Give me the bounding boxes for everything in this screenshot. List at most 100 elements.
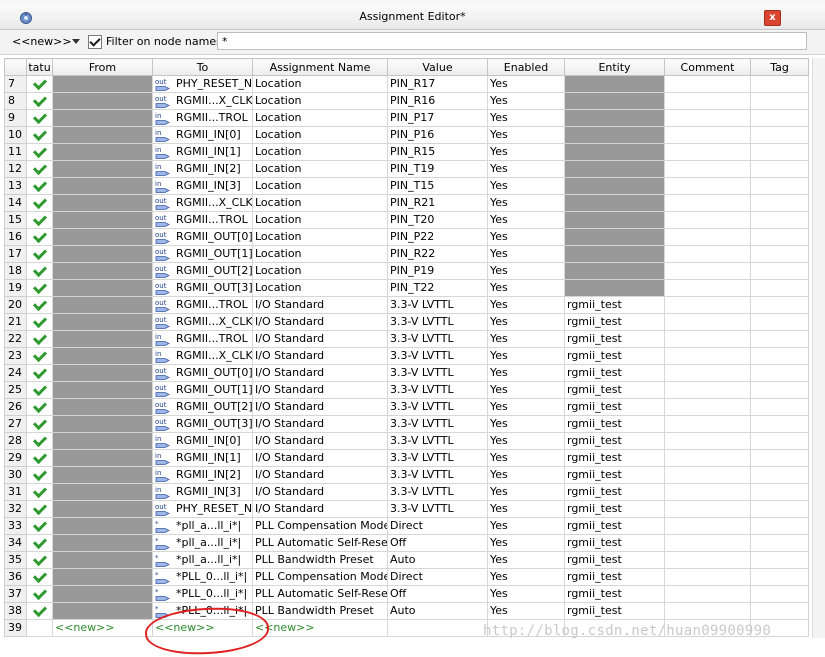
table-row[interactable]: 15 out RGMII...TROL Location PIN_T20 Yes [4, 211, 809, 229]
to-cell[interactable]: in RGMII_IN[3] [152, 483, 253, 501]
to-cell[interactable]: out RGMII...TROL [152, 211, 253, 229]
comment-cell[interactable] [664, 551, 751, 569]
table-row[interactable]: 29 in RGMII_IN[1] I/O Standard 3.3-V LVTTL Ye… [4, 449, 809, 467]
new-from-cell[interactable]: <<new>> [52, 619, 153, 637]
from-cell[interactable] [52, 398, 153, 416]
assignment-name-cell[interactable]: Location [252, 109, 388, 127]
from-cell[interactable] [52, 92, 153, 110]
tag-cell[interactable] [750, 483, 809, 501]
entity-cell[interactable] [564, 194, 665, 212]
assignment-name-cell[interactable]: I/O Standard [252, 296, 388, 314]
value-cell[interactable]: 3.3-V LVTTL [387, 449, 488, 467]
comment-cell[interactable] [664, 228, 751, 246]
header-assignment-name[interactable]: Assignment Name [252, 58, 388, 76]
assignment-name-cell[interactable]: I/O Standard [252, 449, 388, 467]
from-cell[interactable] [52, 483, 153, 501]
table-row[interactable]: 7 out PHY_RESET_N Location PIN_R17 Yes [4, 75, 809, 93]
comment-cell[interactable] [664, 500, 751, 518]
tag-cell[interactable] [750, 551, 809, 569]
tag-cell[interactable] [750, 177, 809, 195]
entity-cell[interactable]: rgmii_test [564, 551, 665, 569]
comment-cell[interactable] [664, 534, 751, 552]
to-cell[interactable]: out PHY_RESET_N [152, 500, 253, 518]
filter-input[interactable] [217, 32, 807, 50]
status-cell[interactable] [26, 279, 53, 297]
assignment-name-cell[interactable]: Location [252, 177, 388, 195]
from-cell[interactable] [52, 432, 153, 450]
enabled-cell[interactable]: Yes [487, 449, 565, 467]
status-cell[interactable] [26, 619, 53, 637]
assignment-name-cell[interactable]: I/O Standard [252, 330, 388, 348]
to-cell[interactable]: in RGMII_IN[1] [152, 143, 253, 161]
entity-cell[interactable] [564, 75, 665, 93]
table-row[interactable]: 12 in RGMII_IN[2] Location PIN_T19 Yes [4, 160, 809, 178]
status-cell[interactable] [26, 449, 53, 467]
comment-cell[interactable] [664, 126, 751, 144]
value-cell[interactable]: PIN_R15 [387, 143, 488, 161]
to-cell[interactable]: * *PLL_0...ll_i*| [152, 568, 253, 586]
table-row[interactable]: 11 in RGMII_IN[1] Location PIN_R15 Yes [4, 143, 809, 161]
new-assignment-name-cell[interactable]: <<new>> [252, 619, 388, 637]
table-row[interactable]: 23 in RGMII...X_CLK I/O Standard 3.3-V LVTTL… [4, 347, 809, 365]
enabled-cell[interactable]: Yes [487, 517, 565, 535]
status-cell[interactable] [26, 483, 53, 501]
comment-cell[interactable] [664, 466, 751, 484]
status-cell[interactable] [26, 347, 53, 365]
status-cell[interactable] [26, 551, 53, 569]
table-row[interactable]: 28 in RGMII_IN[0] I/O Standard 3.3-V LVTTL Ye… [4, 432, 809, 450]
value-cell[interactable]: Auto [387, 602, 488, 620]
status-cell[interactable] [26, 517, 53, 535]
from-cell[interactable] [52, 177, 153, 195]
value-cell[interactable]: PIN_T20 [387, 211, 488, 229]
assignment-name-cell[interactable]: I/O Standard [252, 347, 388, 365]
comment-cell[interactable] [664, 330, 751, 348]
status-cell[interactable] [26, 262, 53, 280]
enabled-cell[interactable]: Yes [487, 143, 565, 161]
tag-cell[interactable] [750, 330, 809, 348]
from-cell[interactable] [52, 449, 153, 467]
entity-cell[interactable] [564, 109, 665, 127]
assignment-name-cell[interactable]: Location [252, 160, 388, 178]
from-cell[interactable] [52, 279, 153, 297]
from-cell[interactable] [52, 296, 153, 314]
assignment-name-cell[interactable]: Location [252, 143, 388, 161]
value-cell[interactable]: PIN_P22 [387, 228, 488, 246]
enabled-cell[interactable]: Yes [487, 228, 565, 246]
header-value[interactable]: Value [387, 58, 488, 76]
from-cell[interactable] [52, 364, 153, 382]
enabled-cell[interactable]: Yes [487, 602, 565, 620]
value-cell[interactable]: 3.3-V LVTTL [387, 330, 488, 348]
enabled-cell[interactable]: Yes [487, 381, 565, 399]
comment-cell[interactable] [664, 415, 751, 433]
enabled-cell[interactable]: Yes [487, 126, 565, 144]
assignment-name-cell[interactable]: Location [252, 228, 388, 246]
comment-cell[interactable] [664, 381, 751, 399]
assignment-name-cell[interactable]: PLL Automatic Self-Reset [252, 585, 388, 603]
entity-cell[interactable] [564, 262, 665, 280]
to-cell[interactable]: in RGMII...TROL [152, 109, 253, 127]
table-row[interactable]: 27 out RGMII_OUT[3] I/O Standard 3.3-V LVTTL… [4, 415, 809, 433]
status-cell[interactable] [26, 296, 53, 314]
entity-cell[interactable]: rgmii_test [564, 313, 665, 331]
comment-cell[interactable] [664, 602, 751, 620]
tag-cell[interactable] [750, 92, 809, 110]
entity-cell[interactable]: rgmii_test [564, 432, 665, 450]
entity-cell[interactable] [564, 160, 665, 178]
to-cell[interactable]: out RGMII...TROL [152, 296, 253, 314]
table-row[interactable]: 10 in RGMII_IN[0] Location PIN_P16 Yes [4, 126, 809, 144]
to-cell[interactable]: out RGMII_OUT[1] [152, 245, 253, 263]
comment-cell[interactable] [664, 177, 751, 195]
vertical-scrollbar[interactable] [812, 58, 825, 638]
to-cell[interactable]: out RGMII_OUT[3] [152, 279, 253, 297]
to-cell[interactable]: out RGMII_OUT[1] [152, 381, 253, 399]
comment-cell[interactable] [664, 398, 751, 416]
status-cell[interactable] [26, 534, 53, 552]
status-cell[interactable] [26, 109, 53, 127]
enabled-cell[interactable]: Yes [487, 415, 565, 433]
value-cell[interactable]: Off [387, 534, 488, 552]
comment-cell[interactable] [664, 245, 751, 263]
tag-cell[interactable] [750, 313, 809, 331]
close-button[interactable]: x [764, 10, 781, 26]
entity-cell[interactable] [564, 245, 665, 263]
status-cell[interactable] [26, 381, 53, 399]
